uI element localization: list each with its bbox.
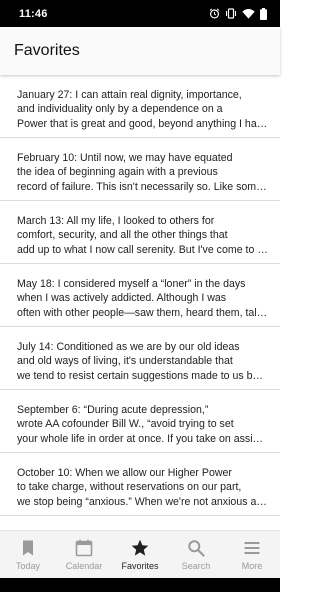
entry-text-line: and old ways of living, it's understanda…	[17, 355, 233, 368]
nav-item-more[interactable]: More	[224, 531, 280, 578]
status-bar: 11:46	[0, 0, 280, 27]
entry-text-line: wrote AA cofounder Bill W., “avoid tryin…	[17, 418, 234, 431]
bottom-navigation: Today Calendar Favorites Search More	[0, 530, 280, 578]
entry-text-line: often with other people—saw them, heard …	[17, 306, 268, 319]
entry-text-line: record of failure. This isn't necessaril…	[17, 180, 268, 193]
entry-text-line: February 10: Until now, we may have equa…	[17, 152, 233, 164]
nav-label: Favorites	[121, 561, 159, 571]
entry-text-line: when I was actively addicted. Although I…	[17, 292, 227, 305]
calendar-icon	[75, 539, 93, 557]
entry-text-line: January 27: I can attain real dignity, i…	[17, 89, 242, 101]
app-bar: Favorites	[0, 27, 280, 75]
vibrate-icon	[225, 8, 237, 19]
entry-text-line: May 18: I considered myself a “loner” in…	[17, 278, 246, 290]
entry-text-line: we tend to resist certain suggestions ma…	[17, 369, 268, 382]
search-icon	[188, 540, 205, 557]
entry-text-line: your whole life in order at once. If you…	[17, 432, 268, 445]
entry-text-line: July 14: Conditioned as we are by our ol…	[17, 341, 240, 353]
battery-icon	[260, 7, 267, 20]
wifi-icon	[242, 9, 255, 19]
system-navigation-bar	[0, 578, 280, 592]
entry-text-line: and individuality only by a dependence o…	[17, 103, 223, 116]
entry-text-line: October 10: When we allow our Higher Pow…	[17, 467, 232, 479]
nav-label: Calendar	[65, 561, 103, 571]
menu-icon	[244, 542, 260, 554]
bookmark-icon	[23, 540, 33, 556]
entry-text-line: add up to what I now call serenity. But …	[17, 243, 268, 256]
nav-label: Search	[181, 561, 211, 571]
entry-text-line: we stop being “anxious.” When we're not …	[17, 495, 268, 508]
favorite-entry[interactable]: September 6: “During acute depression,” …	[0, 390, 280, 453]
nav-item-today[interactable]: Today	[0, 531, 56, 578]
page-title: Favorites	[14, 42, 80, 59]
favorite-entry[interactable]: January 27: I can attain real dignity, i…	[0, 75, 280, 138]
favorite-entry[interactable]: March 13: All my life, I looked to other…	[0, 201, 280, 264]
nav-label: More	[241, 561, 263, 571]
favorite-entry[interactable]: May 18: I considered myself a “loner” in…	[0, 264, 280, 327]
status-icons	[209, 7, 267, 20]
entry-text-line: the idea of beginning again with a previ…	[17, 166, 218, 179]
nav-item-search[interactable]: Search	[168, 531, 224, 578]
nav-item-favorites[interactable]: Favorites	[112, 531, 168, 578]
alarm-icon	[209, 8, 220, 19]
favorite-entry[interactable]: July 14: Conditioned as we are by our ol…	[0, 327, 280, 390]
entry-text-line: comfort, security, and all the other thi…	[17, 229, 228, 242]
favorite-entry[interactable]: February 10: Until now, we may have equa…	[0, 138, 280, 201]
favorites-list[interactable]: January 27: I can attain real dignity, i…	[0, 75, 280, 530]
status-time: 11:46	[19, 7, 48, 20]
entry-text-line: to take charge, without reservations on …	[17, 481, 242, 494]
favorite-entry[interactable]: October 10: When we allow our Higher Pow…	[0, 453, 280, 516]
nav-label: Today	[15, 561, 41, 571]
nav-item-calendar[interactable]: Calendar	[56, 531, 112, 578]
entry-text-line: September 6: “During acute depression,”	[17, 404, 209, 416]
star-icon	[131, 539, 149, 556]
entry-text-line: Power that is great and good, beyond any…	[17, 117, 268, 130]
entry-text-line: March 13: All my life, I looked to other…	[17, 215, 215, 227]
